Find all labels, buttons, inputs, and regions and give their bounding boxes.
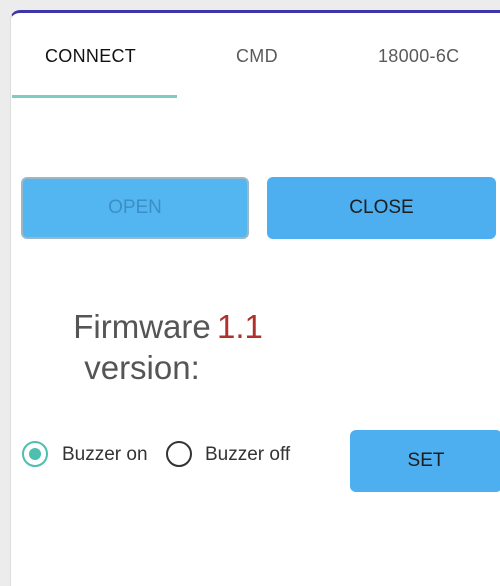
tab-connect[interactable]: CONNECT bbox=[45, 46, 136, 67]
firmware-version-value: 1.1 bbox=[217, 308, 263, 345]
open-button[interactable]: OPEN bbox=[21, 177, 249, 239]
tab-18000-6c[interactable]: 18000-6C bbox=[378, 46, 459, 67]
buzzer-on-label[interactable]: Buzzer on bbox=[62, 444, 148, 466]
radio-selected-dot bbox=[28, 447, 41, 460]
close-button[interactable]: CLOSE bbox=[267, 177, 496, 239]
set-button[interactable]: SET bbox=[350, 430, 500, 492]
buzzer-off-radio[interactable] bbox=[166, 441, 192, 467]
buzzer-on-radio[interactable] bbox=[22, 441, 48, 467]
tab-indicator bbox=[12, 95, 177, 98]
firmware-label-line1: Firmware bbox=[73, 308, 211, 345]
firmware-version-label: Firmware version: bbox=[54, 306, 230, 388]
app-background: CONNECT CMD 18000-6C OPEN CLOSE Firmware… bbox=[0, 0, 500, 586]
tab-cmd[interactable]: CMD bbox=[236, 46, 278, 67]
firmware-label-line2: version: bbox=[84, 349, 200, 386]
buzzer-off-label[interactable]: Buzzer off bbox=[205, 444, 290, 466]
